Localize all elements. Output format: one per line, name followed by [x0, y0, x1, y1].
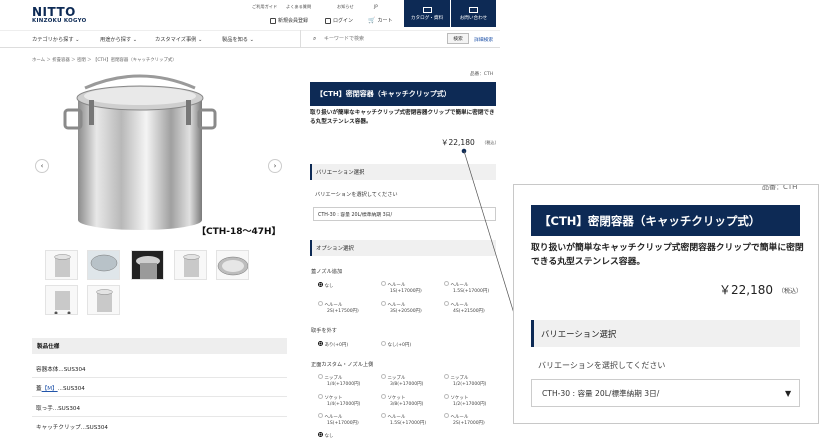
zoom-variation-select[interactable]: CTH-30 : 容量 20L/標準納期 3日/ [531, 379, 800, 407]
zoom-product-price: ￥22,180 [719, 283, 773, 297]
zoom-variation-hint: バリエーションを選択してください [538, 361, 666, 370]
zoom-product-description: 取り扱いが簡単なキャッチクリップ式密閉容器クリップで簡単に密閉できる丸型ステンレ… [531, 243, 804, 267]
zoom-product-number-cut: 品番：CTH [762, 184, 798, 191]
zoom-callout: 品番：CTH 【CTH】密閉容器（キャッチクリップ式） 取り扱いが簡単なキャッチ… [513, 184, 819, 424]
zoom-product-title: 【CTH】密閉容器（キャッチクリップ式） [531, 205, 800, 236]
zoom-variation-heading: バリエーション選択 [531, 320, 800, 347]
zoom-tax-note: （税込） [778, 288, 803, 295]
chevron-down-icon: ▼ [785, 389, 792, 398]
